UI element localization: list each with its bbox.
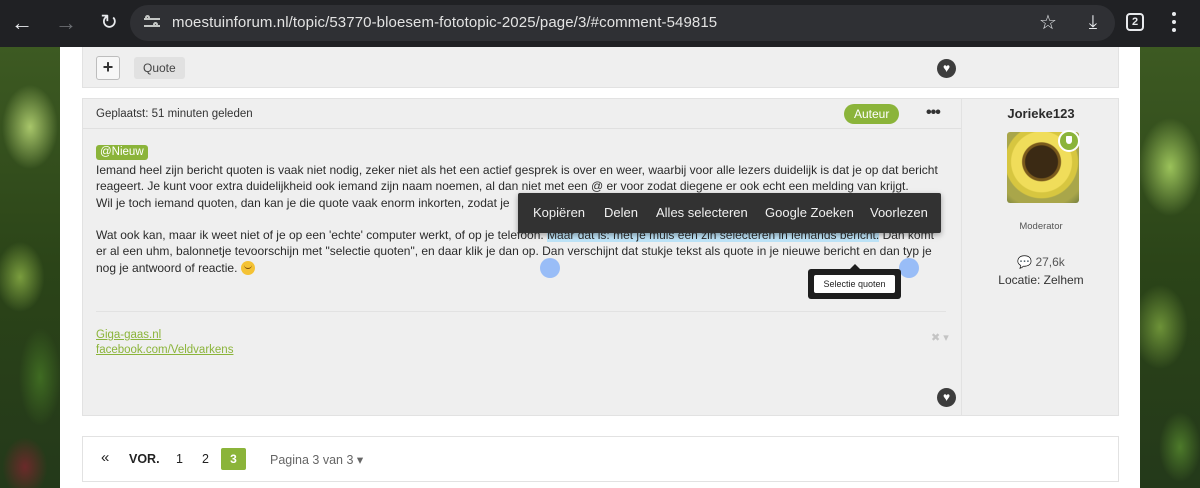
author-name[interactable]: Jorieke123 xyxy=(962,106,1120,121)
menu-item-google-search[interactable]: Google Zoeken xyxy=(765,205,854,220)
back-arrow-icon[interactable]: ← xyxy=(7,8,37,38)
selection-start-handle[interactable] xyxy=(540,258,560,278)
multiquote-button[interactable]: + xyxy=(96,56,120,80)
download-icon[interactable]: ⤓ xyxy=(1078,8,1108,38)
heart-icon[interactable] xyxy=(937,59,956,78)
author-role: Moderator xyxy=(1019,221,1063,232)
hide-signature-control[interactable]: ✖ ▾ xyxy=(931,331,949,344)
moderator-shield-icon xyxy=(1058,130,1080,152)
menu-item-read-aloud[interactable]: Voorlezen xyxy=(870,205,928,220)
star-icon[interactable]: ☆ xyxy=(1035,10,1061,36)
selection-quote-popup: Selectie quoten xyxy=(808,264,901,299)
url-text[interactable]: moestuinforum.nl/topic/53770-bloesem-fot… xyxy=(172,14,717,31)
forum-post: Geplaatst: 51 minuten geleden Auteur •••… xyxy=(82,98,1119,416)
quote-button[interactable]: Quote xyxy=(134,57,185,79)
author-location: Locatie: Zelhem xyxy=(998,273,1084,287)
menu-item-share[interactable]: Delen xyxy=(604,205,638,220)
post-menu-icon[interactable]: ••• xyxy=(926,105,941,121)
selection-end-handle[interactable] xyxy=(899,258,919,278)
site-info-icon[interactable] xyxy=(144,14,160,30)
tabs-icon[interactable]: 2 xyxy=(1126,13,1144,31)
author-badge: Auteur xyxy=(844,104,900,124)
signature-link[interactable]: Giga-gaas.nl xyxy=(96,329,161,341)
signature-divider xyxy=(96,311,946,312)
menu-item-select-all[interactable]: Alles selecteren xyxy=(656,205,748,220)
author-panel: Jorieke123 Moderator 💬 27,6k Locatie: Ze… xyxy=(961,99,1119,415)
page-jump-dropdown[interactable]: Pagina 3 van 3 ▾ xyxy=(270,452,363,467)
address-bar[interactable]: moestuinforum.nl/topic/53770-bloesem-fot… xyxy=(130,5,1115,41)
reload-icon[interactable]: ↻ xyxy=(94,8,124,38)
selection-quote-button[interactable]: Selectie quoten xyxy=(814,275,895,293)
signature-link[interactable]: facebook.com/Veldvarkens xyxy=(96,344,233,356)
heart-icon[interactable] xyxy=(937,388,956,407)
previous-page-link[interactable]: VOR. xyxy=(129,452,160,466)
post-paragraph: Wil je toch iemand quoten, dan kan je di… xyxy=(96,195,510,210)
page-link-2[interactable]: 2 xyxy=(202,452,209,466)
previous-post-footer: + Quote xyxy=(82,47,1119,88)
page-link-current[interactable]: 3 xyxy=(221,448,246,470)
browser-toolbar: ← → ↻ moestuinforum.nl/topic/53770-bloes… xyxy=(0,0,1200,47)
post-paragraph: Iemand heel zijn bericht quoten is vaak … xyxy=(96,163,938,194)
post-header: Geplaatst: 51 minuten geleden Auteur ••• xyxy=(83,99,961,129)
thinking-emoji-icon xyxy=(240,260,255,275)
text-selection-menu: Kopiëren Delen Alles selecteren Google Z… xyxy=(518,193,941,233)
forward-arrow-icon[interactable]: → xyxy=(51,8,81,38)
mention-link[interactable]: @Nieuw xyxy=(96,145,148,160)
menu-item-copy[interactable]: Kopiëren xyxy=(533,205,585,220)
more-vert-icon[interactable] xyxy=(1172,12,1176,34)
post-count: 💬 27,6k xyxy=(1017,255,1065,269)
post-timestamp: Geplaatst: 51 minuten geleden xyxy=(96,108,253,120)
page-link-1[interactable]: 1 xyxy=(176,452,183,466)
first-page-link[interactable]: « xyxy=(101,449,109,466)
pagination: « VOR. 1 2 3 Pagina 3 van 3 ▾ xyxy=(82,436,1119,482)
post-paragraph: Wat ook kan, maar ik weet niet of je op … xyxy=(96,228,544,243)
